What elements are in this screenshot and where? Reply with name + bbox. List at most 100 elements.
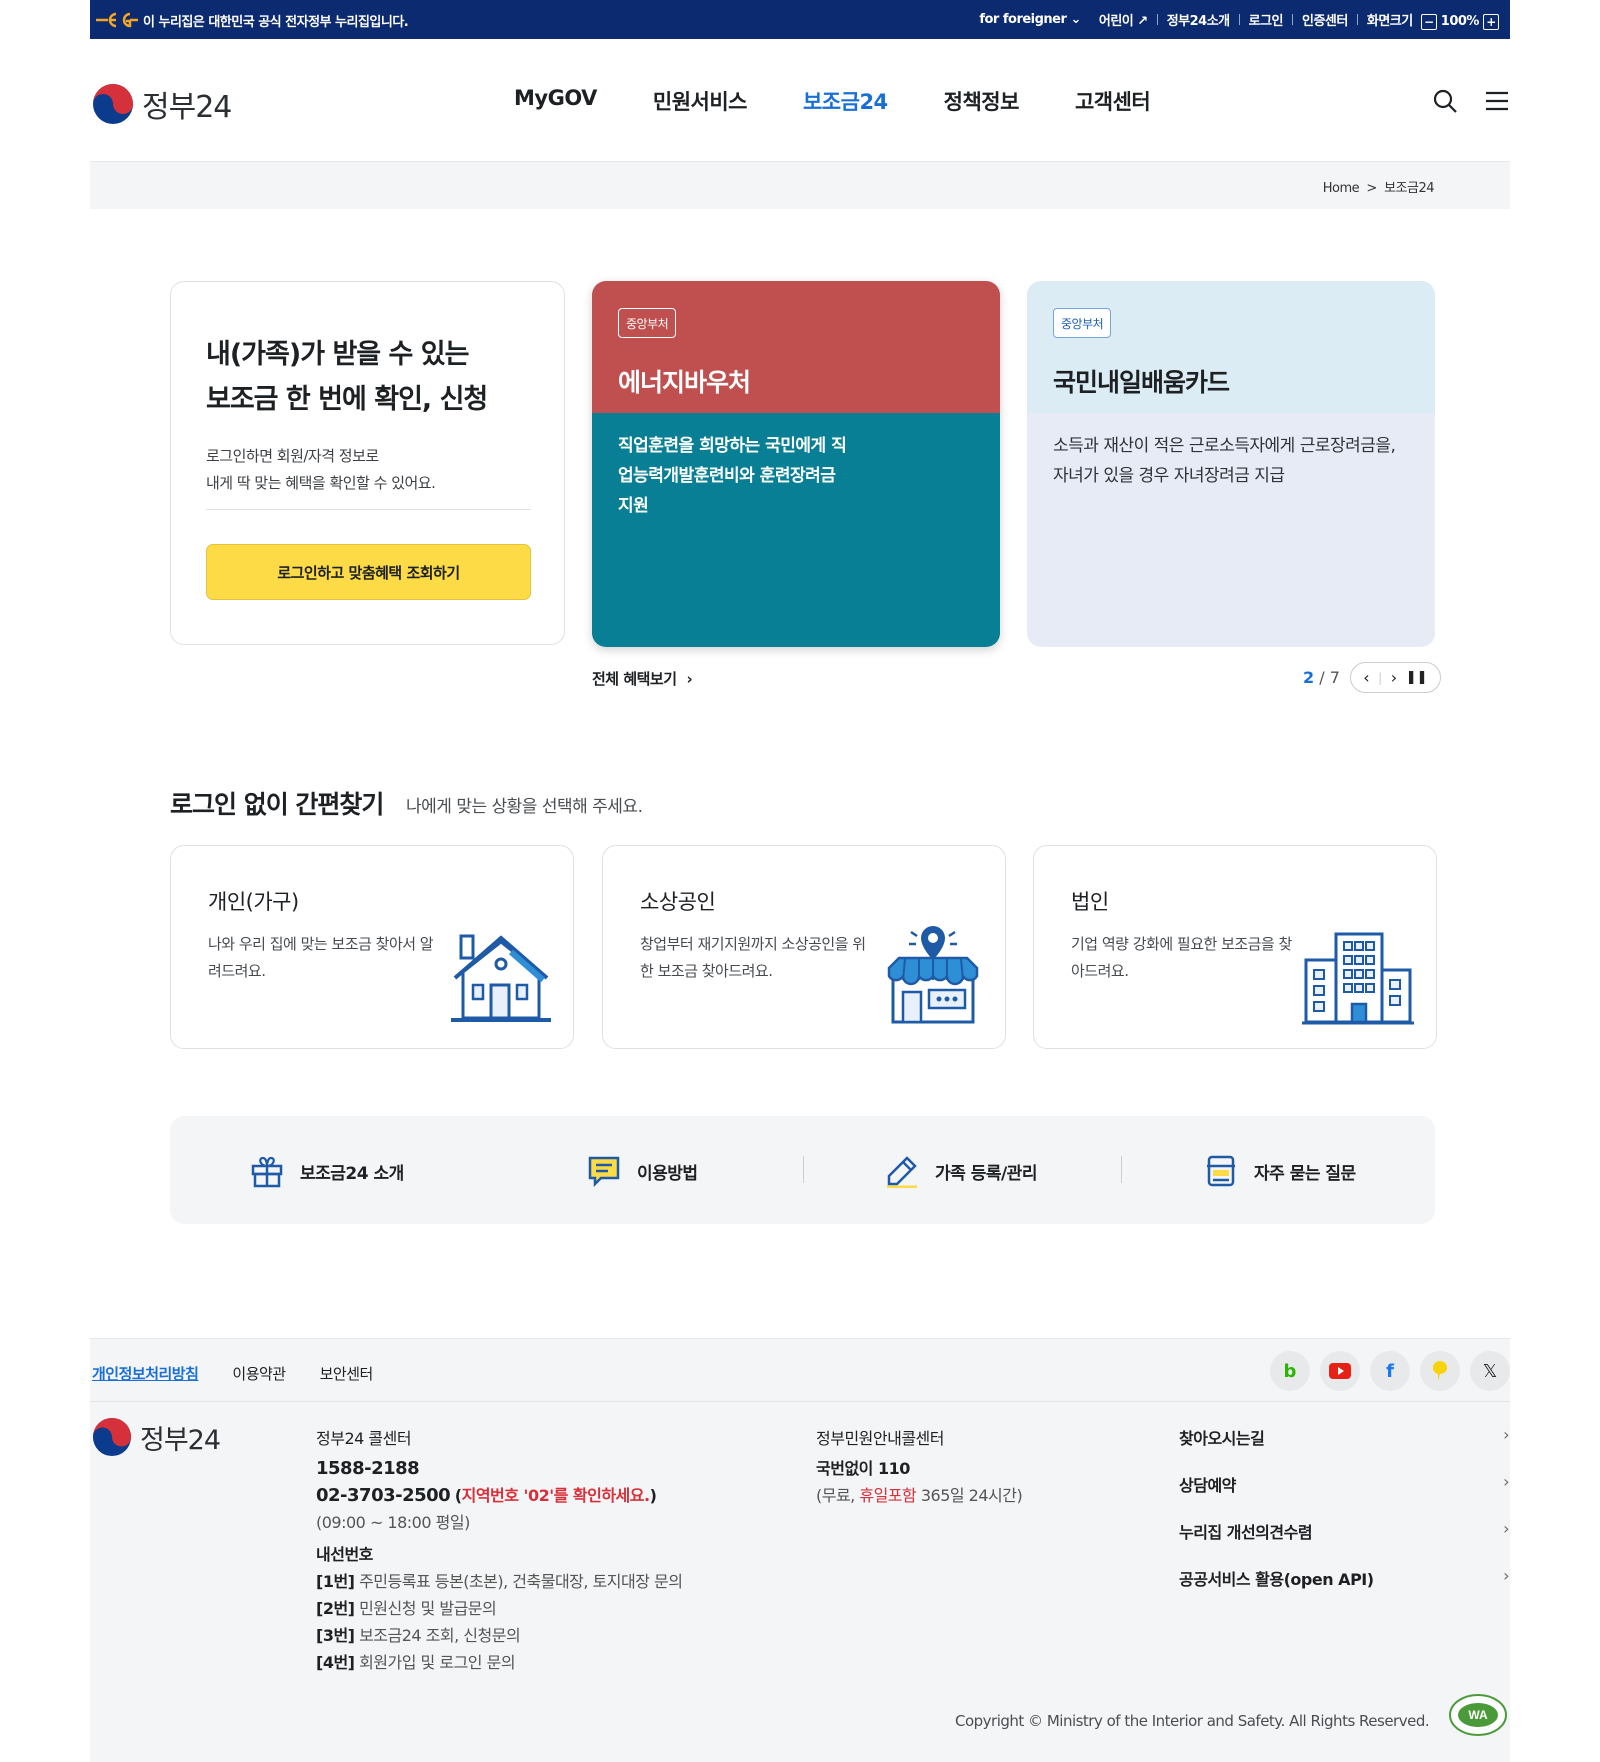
- category-tag: 중앙부처: [1053, 308, 1112, 338]
- chevron-right-icon: ›: [1503, 1472, 1509, 1491]
- divider: [90, 1401, 1510, 1402]
- login-check-benefits-button[interactable]: 로그인하고 맞춤혜택 조회하기: [206, 544, 531, 600]
- util-family-register[interactable]: 가족 등록/관리: [885, 1154, 1037, 1188]
- kakao-icon[interactable]: [1420, 1351, 1460, 1391]
- footer-logo: 정부24: [92, 1417, 221, 1457]
- footer-links: 개인정보처리방침 이용약관 보안센터: [92, 1363, 373, 1384]
- gov-guide-center-info: 정부민원안내콜센터 국번없이 110 (무료, 휴일포함 365일 24시간): [816, 1425, 1023, 1509]
- benefit-card-energy-voucher[interactable]: 중앙부처 에너지바우처 직업훈련을 희망하는 국민에게 직업능력개발훈련비와 훈…: [592, 281, 1000, 647]
- zoom-out-button[interactable]: −: [1420, 13, 1437, 30]
- carousel-controls: ‹ | › ❚❚: [1349, 662, 1441, 693]
- benefit-title: 국민내일배움카드: [1053, 368, 1230, 397]
- main-nav: MyGOV 민원서비스 보조금24 정책정보 고객센터: [514, 86, 1206, 116]
- nav-mygov[interactable]: MyGOV: [514, 86, 597, 116]
- breadcrumb: Home > 보조금24: [1323, 177, 1435, 196]
- quick-search-title: 로그인 없이 간편찾기: [170, 790, 384, 819]
- svg-text:WA: WA: [1468, 1708, 1488, 1722]
- prev-icon[interactable]: ‹: [1363, 668, 1369, 687]
- for-foreigner-dropdown[interactable]: for foreigner ⌄: [970, 12, 1090, 27]
- quick-card-title: 소상공인: [640, 890, 716, 914]
- chevron-right-icon: ›: [1503, 1425, 1509, 1444]
- search-icon[interactable]: [1432, 88, 1458, 114]
- call-center-title: 정부24 콜센터: [316, 1429, 412, 1448]
- utility-bar: 보조금24 소개 이용방법 가족 등록/관리 자주 묻는 질문: [170, 1116, 1435, 1224]
- login-link[interactable]: 로그인: [1240, 10, 1292, 29]
- category-tag: 중앙부처: [618, 308, 677, 338]
- breadcrumb-home[interactable]: Home: [1323, 181, 1360, 196]
- copyright: Copyright © Ministry of the Interior and…: [955, 1712, 1430, 1730]
- quick-card-small-business[interactable]: 소상공인 창업부터 재기지원까지 소상공인을 위한 보조금 찾아드려요.: [602, 845, 1006, 1049]
- chevron-right-icon: ›: [1503, 1519, 1509, 1538]
- chat-icon: [588, 1156, 620, 1188]
- open-api-link[interactable]: 공공서비스 활용(open API) ›: [1179, 1566, 1509, 1613]
- pencil-icon: [887, 1156, 917, 1188]
- breadcrumb-separator: >: [1366, 181, 1377, 196]
- next-icon[interactable]: ›: [1391, 668, 1397, 687]
- security-center-link[interactable]: 보안센터: [320, 1363, 374, 1384]
- util-how-to-use[interactable]: 이용방법: [587, 1154, 698, 1188]
- divider: [206, 509, 531, 510]
- util-subsidy-intro[interactable]: 보조금24 소개: [250, 1154, 404, 1188]
- benefit-desc: 소득과 재산이 적은 근로소득자에게 근로장려금을, 자녀가 있을 경우 자녀장…: [1053, 436, 1396, 486]
- social-links: b f 𝕏: [1270, 1351, 1510, 1391]
- gift-icon: [251, 1156, 283, 1188]
- feedback-link[interactable]: 누리집 개선의견수렴 ›: [1179, 1519, 1509, 1566]
- faq-icon: [1207, 1155, 1235, 1187]
- nav-policy-info[interactable]: 정책정보: [944, 86, 1020, 116]
- carousel-counter: 2 / 7: [1303, 668, 1340, 687]
- call-number-1: 1588-2188: [316, 1458, 420, 1479]
- menu-icon[interactable]: [1484, 88, 1510, 114]
- kids-link[interactable]: 어린이 ↗: [1090, 10, 1157, 29]
- quick-card-individual[interactable]: 개인(가구) 나와 우리 집에 맞는 보조금 찾아서 알려드려요.: [170, 845, 574, 1049]
- extension-item: [1번] 주민등록표 등본(초본), 건축물대장, 토지대장 문의: [316, 1572, 683, 1591]
- call-hours: (09:00 ~ 18:00 평일): [316, 1513, 470, 1532]
- benefit-title: 에너지바우처: [618, 368, 751, 397]
- external-link-icon: ↗: [1137, 14, 1148, 30]
- building-icon: [1302, 932, 1414, 1025]
- quick-card-title: 법인: [1071, 890, 1109, 914]
- quick-card-corporation[interactable]: 법인 기업 역량 강화에 필요한 보조금을 찾아드려요.: [1033, 845, 1437, 1049]
- zoom-in-button[interactable]: +: [1483, 13, 1499, 30]
- taegeuk-logo-icon: [92, 1417, 132, 1457]
- directions-link[interactable]: 찾아오시는길 ›: [1179, 1425, 1509, 1472]
- guide-number: 국번없이 110: [816, 1459, 910, 1478]
- chevron-right-icon: ›: [1503, 1566, 1509, 1585]
- footer-quick-links: 찾아오시는길 › 상담예약 › 누리집 개선의견수렴 › 공공서비스 활용(open …: [1179, 1425, 1509, 1613]
- nav-civil-services[interactable]: 민원서비스: [653, 86, 748, 116]
- store-icon: [887, 926, 979, 1024]
- area-code-note: 지역번호 '02'를 확인하세요.: [461, 1486, 650, 1505]
- facebook-icon[interactable]: f: [1370, 1351, 1410, 1391]
- breadcrumb-current: 보조금24: [1384, 181, 1434, 196]
- all-benefits-link[interactable]: 전체 혜택보기 ›: [592, 668, 693, 689]
- youtube-icon[interactable]: [1320, 1351, 1360, 1391]
- call-number-2-row: 02-3703-2500 (지역번호 '02'를 확인하세요.): [316, 1485, 657, 1506]
- privacy-policy-link[interactable]: 개인정보처리방침: [92, 1363, 199, 1384]
- carousel-pager: 2 / 7 ‹ | › ❚❚: [1303, 662, 1441, 693]
- divider: [1121, 1156, 1122, 1183]
- benefit-card-learning-card[interactable]: 중앙부처 국민내일배움카드 소득과 재산이 적은 근로소득자에게 근로장려금을,…: [1027, 281, 1435, 647]
- login-card-desc: 로그인하면 회원/자격 정보로 내게 딱 맞는 혜택을 확인할 수 있어요.: [206, 447, 436, 492]
- x-icon[interactable]: 𝕏: [1470, 1351, 1510, 1391]
- logo-text: 정부24: [142, 90, 232, 125]
- util-faq[interactable]: 자주 묻는 질문: [1204, 1154, 1356, 1188]
- footer: 개인정보처리방침 이용약관 보안센터 b f 𝕏 정부24 정부24 콜센터 1…: [90, 1338, 1510, 1762]
- chevron-down-icon: ⌄: [1070, 12, 1081, 28]
- login-card-title: 내(가족)가 받을 수 있는 보조금 한 번에 확인, 신청: [206, 339, 488, 415]
- site-logo[interactable]: 정부24: [92, 82, 232, 126]
- pause-icon[interactable]: ❚❚: [1406, 670, 1428, 685]
- logo-text: 정부24: [140, 1424, 221, 1456]
- divider: [803, 1156, 804, 1183]
- nav-customer-center[interactable]: 고객센터: [1075, 86, 1151, 116]
- nav-subsidy24[interactable]: 보조금24: [803, 86, 888, 116]
- zoom-control: 화면크기 − 100% +: [1358, 10, 1508, 30]
- benefit-desc: 직업훈련을 희망하는 국민에게 직업능력개발훈련비와 훈련장려금 지원: [618, 436, 847, 516]
- taegeuk-logo-icon: [93, 84, 133, 124]
- control-divider: |: [1378, 670, 1383, 685]
- call-center-info: 정부24 콜센터 1588-2188 02-3703-2500 (지역번호 '0…: [316, 1425, 683, 1676]
- blog-icon[interactable]: b: [1270, 1351, 1310, 1391]
- cert-center-link[interactable]: 인증센터: [1293, 10, 1357, 29]
- extension-title: 내선번호: [316, 1545, 373, 1564]
- terms-link[interactable]: 이용약관: [232, 1363, 286, 1384]
- consult-reservation-link[interactable]: 상담예약 ›: [1179, 1472, 1509, 1519]
- about-link[interactable]: 정부24소개: [1158, 10, 1239, 29]
